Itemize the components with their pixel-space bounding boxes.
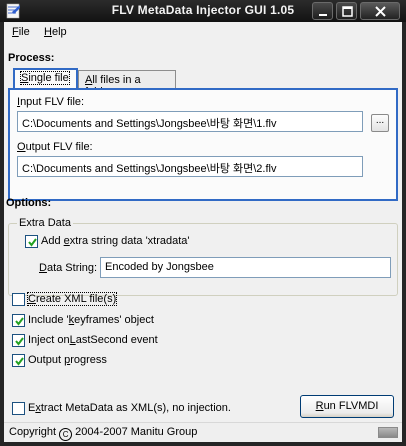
output-progress-checkbox[interactable] [12, 354, 25, 367]
extract-xml-text: tract MetaData as XML(s), no injection. [40, 402, 231, 414]
menu-help[interactable]: Help [44, 26, 67, 38]
single-file-panel: Input FLV file: C:\Documents and Setting… [8, 88, 398, 201]
menu-file-label: ile [18, 26, 30, 38]
include-keyframes-text: eyframes' object [74, 314, 154, 326]
title-bar[interactable]: FLV MetaData Injector GUI 1.05 [0, 0, 406, 22]
output-flv-label: Output FLV file: [17, 141, 93, 153]
app-window: FLV MetaData Injector GUI 1.05 File Help… [0, 0, 406, 446]
output-progress-pre: Output [28, 354, 65, 366]
add-extra-checkbox[interactable] [25, 235, 38, 248]
menu-bar: File Help [4, 22, 402, 42]
output-progress-text: rogress [70, 354, 107, 366]
create-xml-checkbox[interactable] [12, 293, 25, 306]
data-string-accel: D [39, 262, 47, 274]
checkmark-icon [15, 317, 24, 326]
input-flv-label-text: nput FLV file: [20, 96, 85, 108]
create-xml-text: reate XML file(s) [35, 293, 117, 305]
options-heading: Options: [6, 197, 52, 209]
copyright-pre: Copyright [9, 426, 57, 438]
inject-lastsecond-pre: Inject on [28, 334, 70, 346]
output-flv-field[interactable]: C:\Documents and Settings\Jongsbee\바탕 화면… [17, 156, 363, 177]
menu-help-accel: H [44, 26, 52, 38]
menu-file-accel: F [12, 26, 19, 38]
status-grip-icon [378, 427, 398, 438]
extract-xml-checkbox[interactable] [12, 402, 25, 415]
copyright-post: 2004-2007 Manitu Group [75, 426, 198, 438]
run-flvmdi-button[interactable]: Run FLVMDI [300, 395, 394, 418]
inject-lastsecond-label[interactable]: Inject onLastSecond event [28, 334, 158, 346]
close-button[interactable] [360, 2, 400, 20]
add-extra-pre: Add [41, 235, 64, 247]
copyright-text: Copyright C 2004-2007 Manitu Group [9, 426, 197, 441]
create-xml-label[interactable]: Create XML file(s) [26, 292, 118, 306]
tab-all-files[interactable]: All files in a folder [78, 70, 176, 98]
data-string-field[interactable]: Encoded by Jongsbee [100, 257, 391, 278]
checkmark-icon [15, 337, 24, 346]
maximize-button[interactable] [336, 2, 357, 20]
copyright-symbol: C [59, 428, 73, 441]
input-flv-field[interactable]: C:\Documents and Settings\Jongsbee\바탕 화면… [17, 111, 363, 132]
output-progress-label[interactable]: Output progress [28, 354, 107, 366]
add-extra-label[interactable]: Add extra string data 'xtradata' [41, 235, 190, 247]
data-string-label: Data String: [39, 262, 97, 274]
tab-single-file-text: ingle file [28, 72, 69, 84]
checkmark-icon [15, 357, 24, 366]
process-heading: Process: [8, 52, 55, 64]
window-frame-bottom [0, 442, 406, 446]
include-keyframes-pre: Include ' [28, 314, 69, 326]
checkmark-icon [28, 238, 37, 247]
status-bar: Copyright C 2004-2007 Manitu Group [4, 422, 402, 442]
include-keyframes-checkbox[interactable] [12, 314, 25, 327]
create-xml-accel: C [28, 293, 36, 305]
data-string-text: ata String: [46, 262, 98, 274]
include-keyframes-label[interactable]: Include 'keyframes' object [28, 314, 154, 326]
extra-data-group: Extra Data Add extra string data 'xtrada… [8, 217, 398, 296]
tab-single-file-label: Single file [20, 71, 70, 85]
tab-single-file[interactable]: Single file [13, 68, 78, 88]
add-extra-text: xtra string data 'xtradata' [69, 235, 190, 247]
input-flv-label: Input FLV file: [17, 96, 84, 108]
extra-data-group-title: Extra Data [17, 217, 73, 229]
inject-lastsecond-text: astSecond event [75, 334, 158, 346]
inject-lastsecond-checkbox[interactable] [12, 334, 25, 347]
menu-file[interactable]: File [12, 26, 30, 38]
window-frame-right [402, 22, 406, 446]
extract-xml-label[interactable]: Extract MetaData as XML(s), no injection… [28, 402, 231, 414]
run-label: un FLVMDI [323, 400, 379, 412]
run-accel: R [315, 400, 324, 412]
client-area: File Help Process: Single file All files… [4, 22, 402, 442]
menu-help-label: elp [51, 26, 67, 38]
minimize-button[interactable] [312, 2, 333, 20]
browse-button[interactable]: ... [371, 114, 389, 132]
output-flv-label-text: utput FLV file: [25, 141, 93, 153]
output-flv-label-accel: O [17, 141, 26, 153]
